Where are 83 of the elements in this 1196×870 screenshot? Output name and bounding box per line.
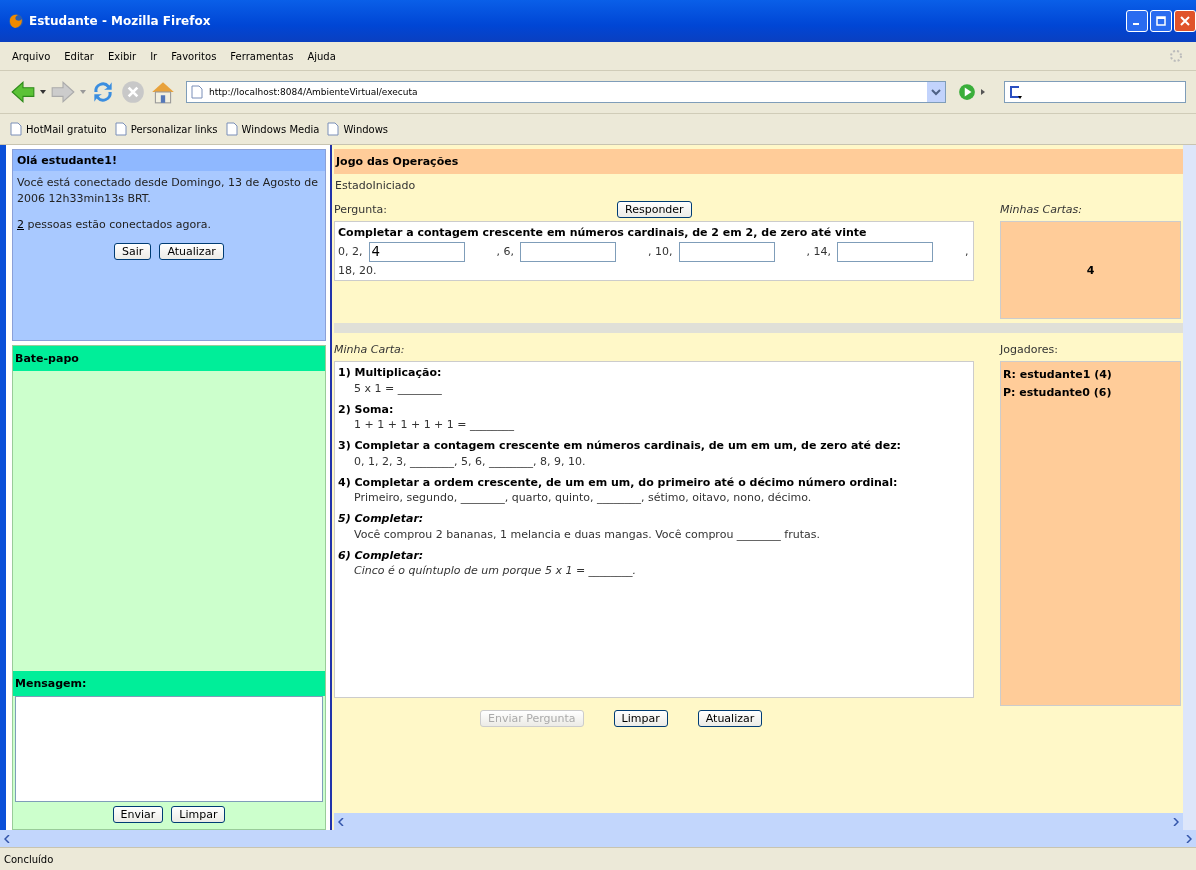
page-icon [327,122,340,136]
player-entry: R: estudante1 (4) [1003,367,1113,383]
minimize-button[interactable] [1126,10,1148,32]
bookmark-link[interactable]: Windows [327,122,389,136]
player-entry: P: estudante0 (6) [1003,384,1113,401]
scroll-left-icon[interactable] [338,817,344,826]
scrollbar[interactable] [334,813,1183,830]
go-icon[interactable] [958,83,976,101]
menu-item[interactable]: Ajuda [307,50,336,62]
question-text: Completar a contagem crescente em números cardinais, de 2 em 2, de zero até vinte [338,225,868,241]
bookmark-link[interactable]: Windows Media [225,122,320,136]
people-count-link[interactable]: 2 [17,217,24,231]
exercise-heading: 1) Multiplicação: [338,365,443,381]
answer-field[interactable]: 4 [368,241,465,262]
window-title: Estudante - Mozilla Firefox [29,14,211,28]
exercise-text: 1 + 1 + 1 + 1 + 1 = ________ [353,418,516,431]
status-bar: Concluído [0,847,1196,870]
bookmark-link[interactable]: Personalizar links [114,122,218,136]
menu-item[interactable]: Editar [64,50,94,62]
scrollbar[interactable] [1183,145,1196,830]
menu-item[interactable]: Ir [150,50,158,62]
maximize-button[interactable] [1150,10,1172,32]
exercise-text: Você comprou 2 bananas, 1 melancia e duas mangas. Você comprou ________ frutas. [353,527,821,541]
dropdown-caret-icon[interactable] [927,82,945,102]
address-field[interactable]: http://localhost:8084/AmbienteVirtual/executa [186,81,946,103]
close-icon[interactable] [1180,16,1190,26]
sequence-text: , 14, [806,245,831,258]
chat-title: Bate-papo [13,346,325,371]
scrollbar[interactable] [0,830,1196,847]
game-title: Jogo das Operações [334,149,1183,174]
caret-icon[interactable] [980,89,986,95]
menu-item[interactable]: Favoritos [171,50,217,62]
session-button[interactable]: Atualizar [159,242,224,260]
connection-text: Você está conectado desde Domingo, 13 de Agosto de 2006 12h33min13s BRT. [17,175,319,207]
message-label: Mensagem: [13,671,325,696]
question-label: Pergunta: [334,201,388,218]
page-icon [10,122,22,136]
chat-button[interactable]: Enviar [112,806,164,823]
bookmark-link[interactable]: HotMail gratuito [10,122,107,136]
game-button[interactable]: Limpar [613,710,668,727]
panel-title: Olá estudante1! [13,150,325,171]
answer-field[interactable] [837,241,933,262]
caret-icon[interactable] [40,89,46,95]
game-button[interactable]: Atualizar [697,710,763,727]
sequence-text: , 10, [648,245,673,258]
answer-field[interactable] [520,241,616,262]
maximize-icon[interactable] [1156,16,1166,26]
answer-field[interactable] [678,241,775,262]
message-field[interactable] [15,696,323,802]
game-status: EstadoIniciado [334,178,417,194]
exercise-text: Cinco é o quíntuplo de um porque 5 x 1 = ________. [353,564,638,577]
players-label: Jogadores: [1000,341,1059,358]
page-icon [225,122,238,136]
session-button[interactable]: Sair [114,242,152,260]
sequence-text: 0, 2, [338,245,363,258]
answer-button[interactable]: Responder [617,200,692,218]
fox-globe-icon [8,13,24,29]
exercise-heading: 3) Completar a contagem crescente em números cardinais, de um em um, de zero até dez: [338,438,902,454]
cards-label: Minhas Cartas: [1000,201,1083,218]
exercise-heading: 4) Completar a ordem crescente, de um em um, do primeiro até o décimo número ordinal: [338,474,899,491]
exercise-text: 5 x 1 = ________ [353,381,443,395]
menu-item[interactable]: Arquivo [12,50,51,62]
people-text: pessoas estão conectados agora. [27,217,211,231]
page-icon [114,122,127,136]
scroll-left-icon[interactable] [4,834,10,843]
sequence-text: 18, 20. [338,263,377,277]
exercise-heading: 5) Completar: [338,511,425,527]
card-number[interactable]: 4 [1086,263,1095,277]
exercise-heading: 6) Completar: [338,547,425,564]
sequence-text: , [965,245,969,258]
menu-item[interactable]: Exibir [107,50,137,62]
exercise-text: 0, 1, 2, 3, ________, 5, 6, ________, 8, 9, 10. [353,454,587,468]
exercise-heading: 2) Soma: [338,401,395,418]
page-icon [191,85,203,99]
search-field[interactable] [1004,81,1186,103]
back-icon[interactable] [10,79,36,105]
chat-button[interactable]: Limpar [171,806,226,823]
sequence-text: , 6, [496,245,514,258]
exercise-text: Primeiro, segundo, ________, quarto, quinto, ________, sétimo, oitavo, nono, décimo. [353,491,813,504]
search-engine-icon[interactable] [1007,84,1023,100]
card-label: Minha Carta: [334,341,406,358]
menu-item[interactable]: Ferramentas [230,50,294,62]
close-button[interactable] [1174,10,1196,32]
